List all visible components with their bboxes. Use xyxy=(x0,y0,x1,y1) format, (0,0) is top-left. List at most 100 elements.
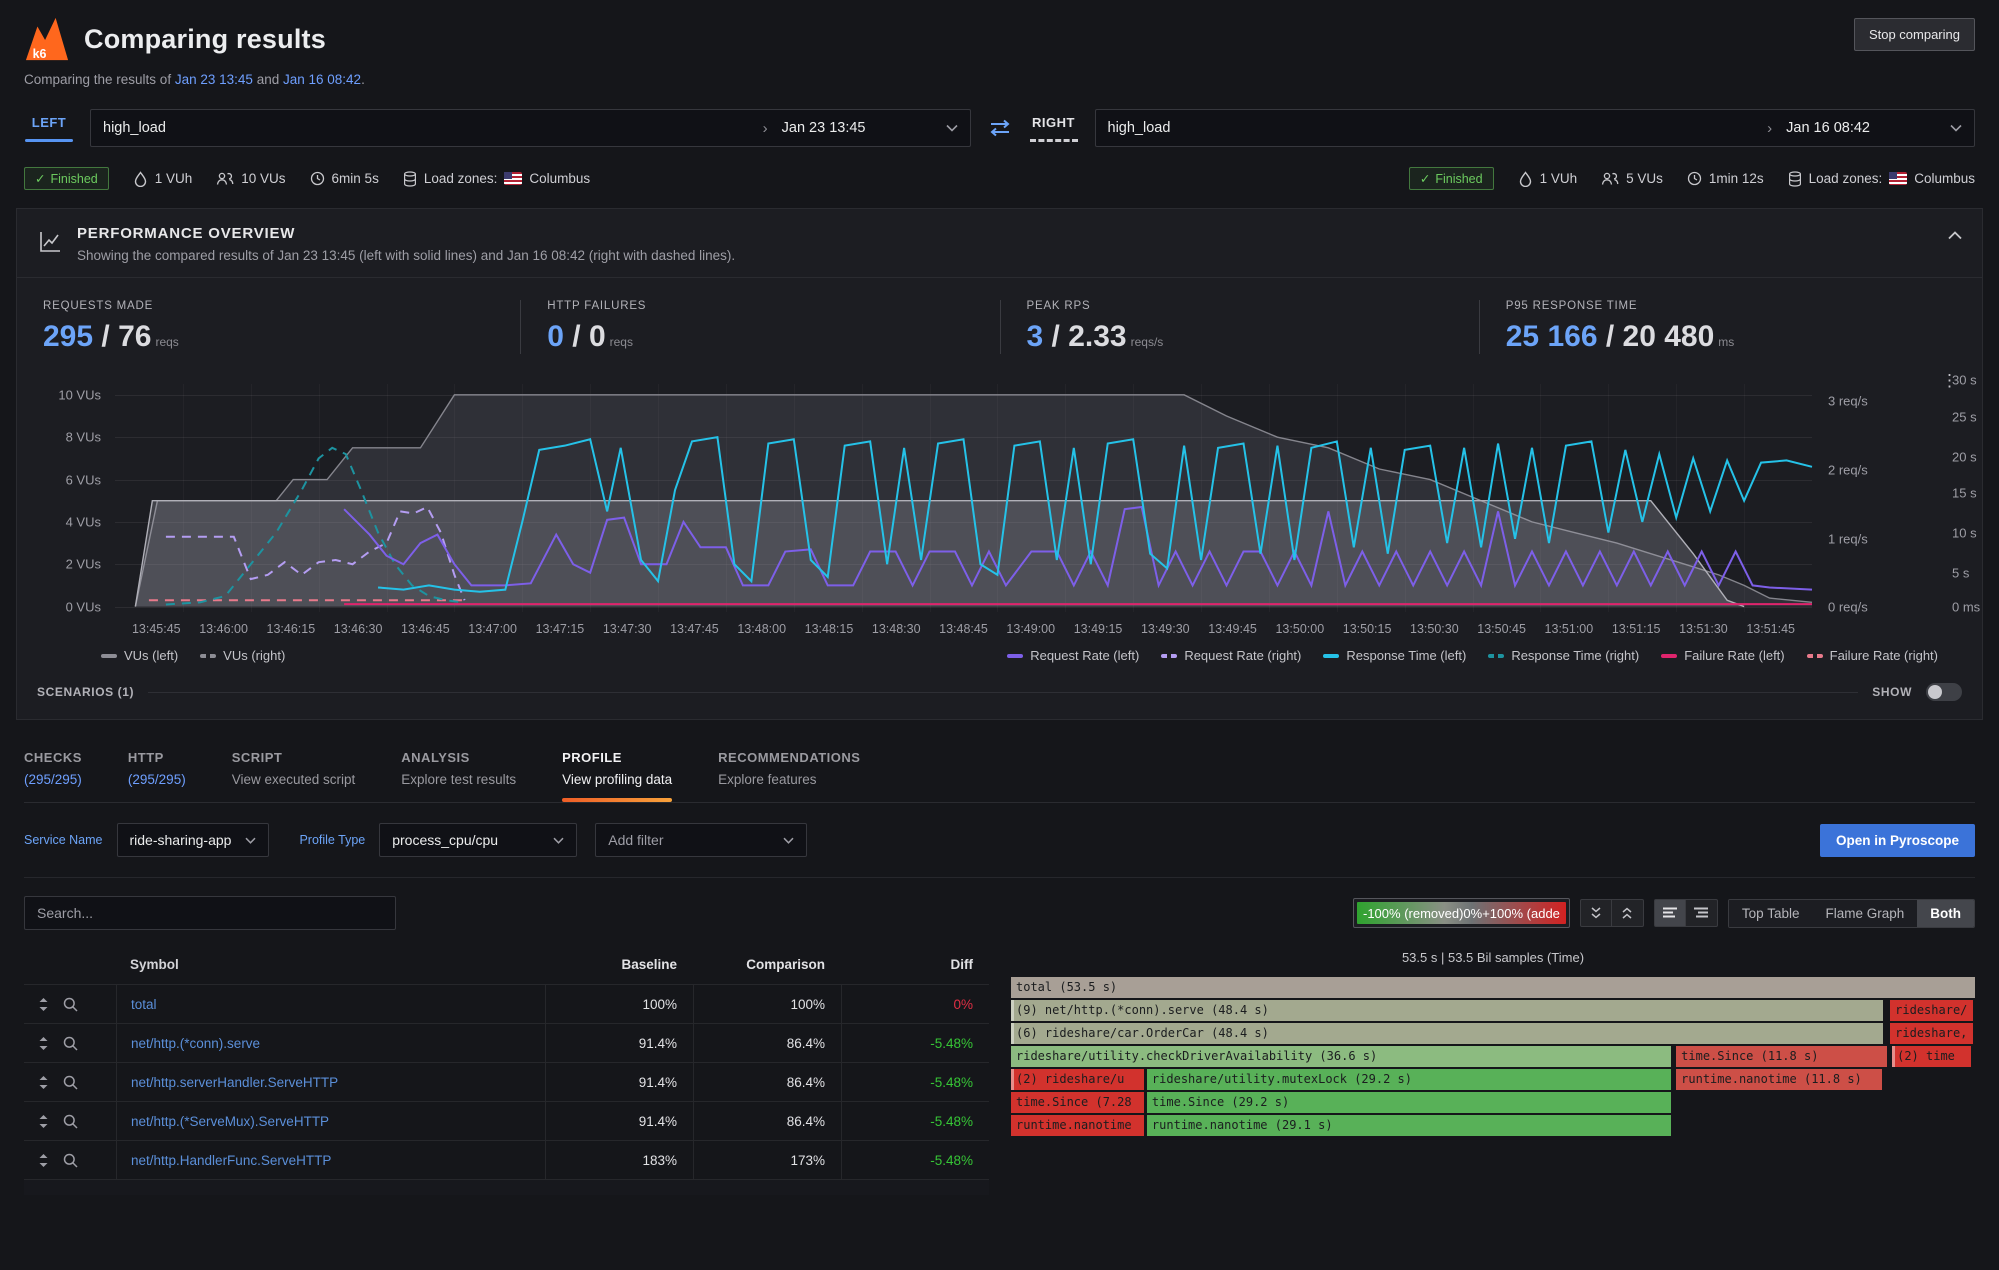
right-side-tab[interactable]: RIGHT xyxy=(1029,115,1079,142)
service-name-select[interactable]: ride-sharing-app xyxy=(117,823,270,857)
symbol-link[interactable]: net/http.(*conn).serve xyxy=(116,1024,545,1062)
subtitle-date-left-link[interactable]: Jan 23 13:45 xyxy=(175,72,253,87)
open-in-pyroscope-button[interactable]: Open in Pyroscope xyxy=(1820,824,1975,857)
table-row[interactable]: net/http.serverHandler.ServeHTTP91.4%86.… xyxy=(24,1062,989,1101)
flame-bar[interactable]: rideshare/utility.checkDriverAvailabilit… xyxy=(1011,1046,1671,1067)
sort-row-button[interactable] xyxy=(38,1075,49,1090)
collapse-chevron-icon[interactable] xyxy=(1948,231,1962,240)
tab-checks[interactable]: CHECKS(295/295) xyxy=(24,750,82,802)
left-test-select[interactable]: high_load › Jan 23 13:45 xyxy=(90,109,971,147)
show-scenarios-toggle[interactable] xyxy=(1926,683,1962,701)
collapse-all-button[interactable] xyxy=(1580,899,1612,927)
legend-item[interactable]: Response Time (left) xyxy=(1323,648,1466,663)
axis-tick-label: 15 s xyxy=(1952,485,1977,500)
flame-bar[interactable]: (2) rideshare/u xyxy=(1011,1069,1144,1090)
divider xyxy=(148,692,1858,693)
inspect-row-button[interactable] xyxy=(63,1114,78,1129)
legend-item[interactable]: Response Time (right) xyxy=(1488,648,1639,663)
tab-sublabel: View profiling data xyxy=(562,772,672,787)
add-filter-select[interactable]: Add filter xyxy=(595,823,807,857)
chart-plot[interactable]: 10 VUs8 VUs6 VUs4 VUs2 VUs0 VUs3 req/s2 … xyxy=(115,384,1812,612)
tab-recommendations[interactable]: RECOMMENDATIONSExplore features xyxy=(718,750,860,802)
sort-row-button[interactable] xyxy=(38,1114,49,1129)
flame-bar[interactable]: runtime.nanotime xyxy=(1011,1115,1144,1136)
legend-label: VUs (right) xyxy=(223,648,285,663)
legend-item[interactable]: VUs (right) xyxy=(200,648,285,663)
view-button-top-table[interactable]: Top Table xyxy=(1729,900,1813,927)
swap-sides-icon[interactable] xyxy=(987,118,1013,138)
scenarios-row: SCENARIOS (1) SHOW xyxy=(17,663,1982,719)
flame-row: total (53.5 s) xyxy=(1011,977,1975,998)
flame-bar[interactable]: runtime.nanotime (29.1 s) xyxy=(1147,1115,1671,1136)
symbol-link[interactable]: net/http.(*ServeMux).ServeHTTP xyxy=(116,1102,545,1140)
x-tick-label: 13:48:45 xyxy=(939,622,988,636)
axis-tick-label: 3 req/s xyxy=(1828,393,1868,408)
table-row[interactable]: net/http.(*ServeMux).ServeHTTP91.4%86.4%… xyxy=(24,1101,989,1140)
tab-script[interactable]: SCRIPTView executed script xyxy=(232,750,356,802)
tab-sublabel: Explore features xyxy=(718,772,860,787)
sort-row-button[interactable] xyxy=(38,1153,49,1168)
flame-bar[interactable]: total (53.5 s) xyxy=(1011,977,1975,998)
legend-item[interactable]: Failure Rate (right) xyxy=(1807,648,1938,663)
column-symbol[interactable]: Symbol xyxy=(116,944,545,984)
legend-item[interactable]: Failure Rate (left) xyxy=(1661,648,1784,663)
chevron-down-icon xyxy=(245,837,256,844)
flame-bar[interactable]: rideshare, xyxy=(1890,1023,1973,1044)
inspect-row-button[interactable] xyxy=(63,1075,78,1090)
view-button-both[interactable]: Both xyxy=(1917,900,1974,927)
legend-item[interactable]: Request Rate (left) xyxy=(1007,648,1139,663)
service-name-value: ride-sharing-app xyxy=(130,832,232,848)
tab-label: CHECKS xyxy=(24,750,82,765)
flame-bar[interactable]: time.Since (7.28 xyxy=(1011,1092,1144,1113)
axis-tick-label: 0 req/s xyxy=(1828,599,1868,614)
symbol-link[interactable]: net/http.serverHandler.ServeHTTP xyxy=(116,1063,545,1101)
sort-row-button[interactable] xyxy=(38,1036,49,1051)
column-baseline[interactable]: Baseline xyxy=(545,944,693,984)
inspect-row-button[interactable] xyxy=(63,997,78,1012)
table-row[interactable]: total100%100%0% xyxy=(24,984,989,1023)
inspect-row-button[interactable] xyxy=(63,1036,78,1051)
align-right-button[interactable] xyxy=(1686,899,1718,927)
legend-item[interactable]: VUs (left) xyxy=(101,648,178,663)
legend-item[interactable]: Request Rate (right) xyxy=(1161,648,1301,663)
flame-bar[interactable]: (2) time xyxy=(1892,1046,1971,1067)
legend-swatch-icon xyxy=(1161,654,1177,658)
x-tick-label: 13:49:30 xyxy=(1141,622,1190,636)
search-input[interactable] xyxy=(24,896,396,930)
tab-http[interactable]: HTTP(295/295) xyxy=(128,750,186,802)
axis-tick-label: 5 s xyxy=(1952,565,1969,580)
flame-bar[interactable]: runtime.nanotime (11.8 s) xyxy=(1676,1069,1882,1090)
flame-bar[interactable]: time.Since (11.8 s) xyxy=(1676,1046,1887,1067)
flame-bar[interactable]: rideshare/ xyxy=(1890,1000,1973,1021)
table-row[interactable]: net/http.HandlerFunc.ServeHTTP183%173%-5… xyxy=(24,1140,989,1179)
symbol-link[interactable]: net/http.HandlerFunc.ServeHTTP xyxy=(116,1141,545,1179)
view-button-flame-graph[interactable]: Flame Graph xyxy=(1812,900,1917,927)
profile-type-select[interactable]: process_cpu/cpu xyxy=(379,823,577,857)
inspect-row-button[interactable] xyxy=(63,1153,78,1168)
left-duration-badge: 6min 5s xyxy=(310,171,379,186)
flame-bar[interactable]: rideshare/utility.mutexLock (29.2 s) xyxy=(1147,1069,1671,1090)
subtitle-date-right-link[interactable]: Jan 16 08:42 xyxy=(283,72,361,87)
align-left-button[interactable] xyxy=(1654,899,1686,927)
left-side-tab[interactable]: LEFT xyxy=(24,115,74,142)
column-comparison[interactable]: Comparison xyxy=(693,944,841,984)
tab-profile[interactable]: PROFILEView profiling data xyxy=(562,750,672,802)
column-diff[interactable]: Diff xyxy=(841,944,989,984)
tab-analysis[interactable]: ANALYSISExplore test results xyxy=(401,750,516,802)
legend-swatch-icon xyxy=(1323,654,1339,658)
flame-bar[interactable]: (6) rideshare/car.OrderCar (48.4 s) xyxy=(1011,1023,1883,1044)
tab-label: ANALYSIS xyxy=(401,750,516,765)
symbol-link[interactable]: total xyxy=(116,985,545,1023)
right-test-select[interactable]: high_load › Jan 16 08:42 xyxy=(1095,109,1976,147)
stop-comparing-button[interactable]: Stop comparing xyxy=(1854,18,1975,51)
sort-row-button[interactable] xyxy=(38,997,49,1012)
flame-bar[interactable]: time.Since (29.2 s) xyxy=(1147,1092,1671,1113)
flame-bar[interactable]: (9) net/http.(*conn).serve (48.4 s) xyxy=(1011,1000,1883,1021)
x-tick-label: 13:49:00 xyxy=(1006,622,1055,636)
diff-value: -5.48% xyxy=(841,1141,989,1179)
expand-all-button[interactable] xyxy=(1612,899,1644,927)
table-row[interactable]: net/http.(*conn).serve91.4%86.4%-5.48% xyxy=(24,1023,989,1062)
legend-swatch-icon xyxy=(200,654,216,658)
left-side-label: LEFT xyxy=(32,115,67,130)
flame-graph-pane: 53.5 s | 53.5 Bil samples (Time) total (… xyxy=(1011,944,1975,1138)
